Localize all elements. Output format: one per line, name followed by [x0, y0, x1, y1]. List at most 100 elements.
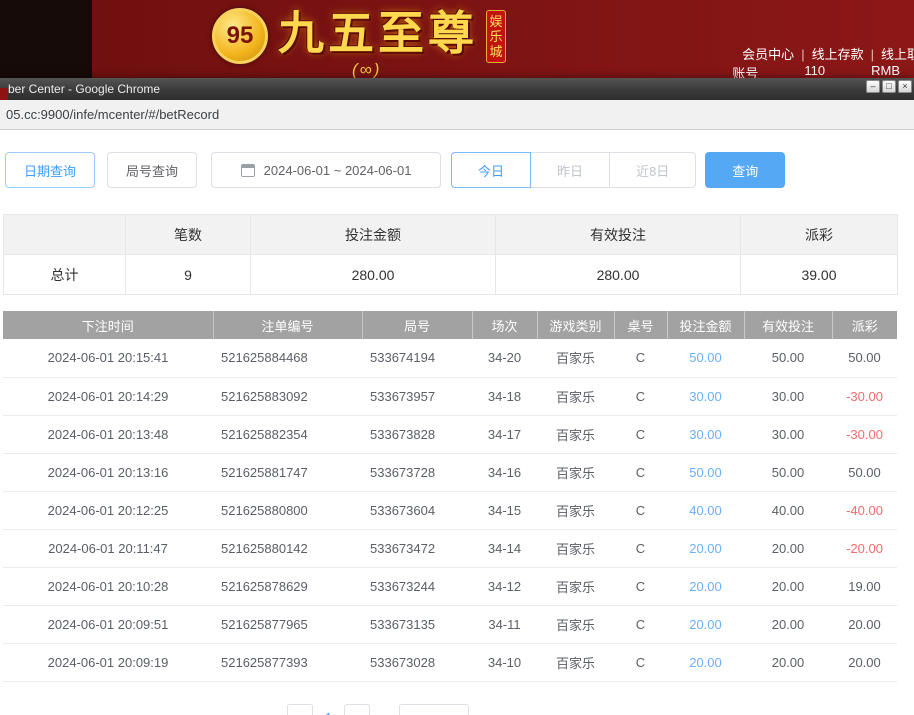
bet-amount-link[interactable]: 30.00 [667, 377, 744, 416]
account-info-line: 账号 110 RMB [732, 63, 900, 78]
cell-table-no: C [614, 491, 667, 530]
bet-table-row: 2024-06-01 20:12:25 521625880800 533673604… [3, 491, 897, 530]
bet-table-row: 2024-06-01 20:11:47 521625880142 533673472… [3, 529, 897, 568]
column-header-session: 场次 [472, 311, 538, 339]
cell-session: 34-16 [472, 453, 537, 492]
cell-bet-id: 521625881747 [213, 453, 362, 492]
banner-dark-panel [0, 0, 92, 78]
cell-table-no: C [614, 377, 667, 416]
browser-window: ber Center - Google Chrome – □ × 05.cc:9… [0, 78, 914, 715]
column-header-payout: 派彩 [832, 311, 897, 339]
bet-table-row: 2024-06-01 20:15:41 521625884468 533674194… [3, 339, 897, 378]
cell-valid-bet: 20.00 [744, 605, 832, 644]
summary-header-row: 笔数 投注金额 有效投注 派彩 [3, 214, 898, 255]
minimize-button[interactable]: – [866, 80, 880, 93]
bet-amount-link[interactable]: 20.00 [667, 529, 744, 568]
quick-range-group: 今日 昨日 近8日 [451, 152, 697, 188]
page-favicon [0, 88, 8, 100]
window-titlebar[interactable]: ber Center - Google Chrome – □ × [0, 78, 914, 100]
cell-payout: 50.00 [832, 453, 897, 492]
nav-member-center-link[interactable]: 会员中心 [742, 47, 794, 62]
date-range-value: 2024-06-01 ~ 2024-06-01 [263, 162, 412, 178]
date-query-tab[interactable]: 日期查询 [5, 152, 96, 188]
summary-valid-bet-value: 280.00 [495, 254, 741, 295]
column-header-round-id: 局号 [362, 311, 473, 339]
bet-amount-link[interactable]: 50.00 [667, 453, 744, 492]
screen: 95 九五至尊 娱乐城 (∞) 会员中心 | 线上存款 | 线上取 账号 110 RMB… [0, 0, 914, 715]
today-button[interactable]: 今日 [451, 152, 532, 188]
cell-round-id: 533673244 [362, 567, 472, 606]
maximize-button[interactable]: □ [882, 80, 896, 93]
bet-amount-link[interactable]: 50.00 [667, 339, 744, 378]
cell-session: 34-11 [472, 605, 537, 644]
cell-valid-bet: 50.00 [744, 339, 832, 378]
search-button[interactable]: 查询 [705, 152, 786, 188]
cell-valid-bet: 20.00 [744, 529, 832, 568]
calendar-icon [240, 163, 255, 177]
cell-bet-time: 2024-06-01 20:15:41 [3, 339, 213, 378]
cell-round-id: 533673957 [362, 377, 472, 416]
bet-table-body: 2024-06-01 20:15:41 521625884468 533674194… [3, 339, 897, 682]
account-currency: RMB [871, 63, 900, 78]
cell-game-type: 百家乐 [537, 605, 614, 644]
cell-valid-bet: 20.00 [744, 643, 832, 682]
site-nav: 会员中心 | 线上存款 | 线上取 [742, 44, 914, 63]
cell-valid-bet: 20.00 [744, 567, 832, 606]
cell-game-type: 百家乐 [537, 453, 614, 492]
nav-separator: | [801, 47, 805, 62]
pagination-page-number[interactable]: 1 [325, 704, 332, 715]
bet-table-row: 2024-06-01 20:14:29 521625883092 533673957… [3, 377, 897, 416]
summary-header-valid-bet: 有效投注 [495, 214, 741, 255]
bet-amount-link[interactable]: 40.00 [667, 491, 744, 530]
cell-table-no: C [614, 415, 667, 454]
column-header-bet-id: 注单编号 [213, 311, 363, 339]
cell-round-id: 533673828 [362, 415, 472, 454]
cell-game-type: 百家乐 [537, 377, 614, 416]
cell-bet-time: 2024-06-01 20:09:19 [3, 643, 213, 682]
cell-game-type: 百家乐 [537, 339, 614, 378]
cell-game-type: 百家乐 [537, 643, 614, 682]
pagination-page-size-select[interactable] [399, 703, 470, 715]
cell-session: 34-14 [472, 529, 537, 568]
bet-amount-link[interactable]: 30.00 [667, 415, 744, 454]
column-header-valid-bet: 有效投注 [744, 311, 833, 339]
window-title: ber Center - Google Chrome [8, 82, 161, 96]
round-query-tab[interactable]: 局号查询 [107, 152, 198, 188]
last-8-days-button[interactable]: 近8日 [609, 152, 697, 188]
pagination: ‹ 1 › [3, 703, 897, 715]
cell-round-id: 533673728 [362, 453, 472, 492]
url-text: 05.cc:9900/infe/mcenter/#/betRecord [6, 107, 220, 122]
yesterday-button[interactable]: 昨日 [530, 152, 611, 188]
cell-table-no: C [614, 567, 667, 606]
bet-record-table: 下注时间 注单编号 局号 场次 游戏类别 桌号 投注金额 有效投注 派彩 2024-06-01 … [3, 311, 897, 682]
cell-bet-time: 2024-06-01 20:12:25 [3, 491, 213, 530]
bet-amount-link[interactable]: 20.00 [667, 643, 744, 682]
pagination-next-button[interactable]: › [344, 703, 371, 715]
summary-payout-value: 39.00 [740, 254, 898, 295]
window-controls: – □ × [866, 80, 912, 93]
address-bar[interactable]: 05.cc:9900/infe/mcenter/#/betRecord [0, 100, 914, 130]
date-range-picker[interactable]: 2024-06-01 ~ 2024-06-01 [211, 152, 442, 188]
cell-bet-time: 2024-06-01 20:11:47 [3, 529, 213, 568]
cell-session: 34-20 [472, 339, 537, 378]
bet-amount-link[interactable]: 20.00 [667, 605, 744, 644]
cell-valid-bet: 50.00 [744, 453, 832, 492]
close-button[interactable]: × [898, 80, 912, 93]
nav-deposit-link[interactable]: 线上存款 [812, 47, 864, 62]
cell-round-id: 533673604 [362, 491, 472, 530]
summary-header-empty [3, 214, 126, 255]
summary-header-payout: 派彩 [740, 214, 898, 255]
column-header-game-type: 游戏类别 [537, 311, 615, 339]
site-logo-badge: 娱乐城 [486, 10, 506, 63]
cell-table-no: C [614, 605, 667, 644]
site-logo-decoration: (∞) [352, 60, 382, 78]
cell-session: 34-15 [472, 491, 537, 530]
bet-amount-link[interactable]: 20.00 [667, 567, 744, 606]
cell-valid-bet: 30.00 [744, 415, 832, 454]
nav-withdraw-link[interactable]: 线上取 [881, 47, 914, 62]
cell-payout: 19.00 [832, 567, 897, 606]
cell-table-no: C [614, 643, 667, 682]
column-header-bet-time: 下注时间 [3, 311, 214, 339]
pagination-prev-button[interactable]: ‹ [287, 703, 313, 715]
cell-bet-id: 521625877965 [213, 605, 362, 644]
